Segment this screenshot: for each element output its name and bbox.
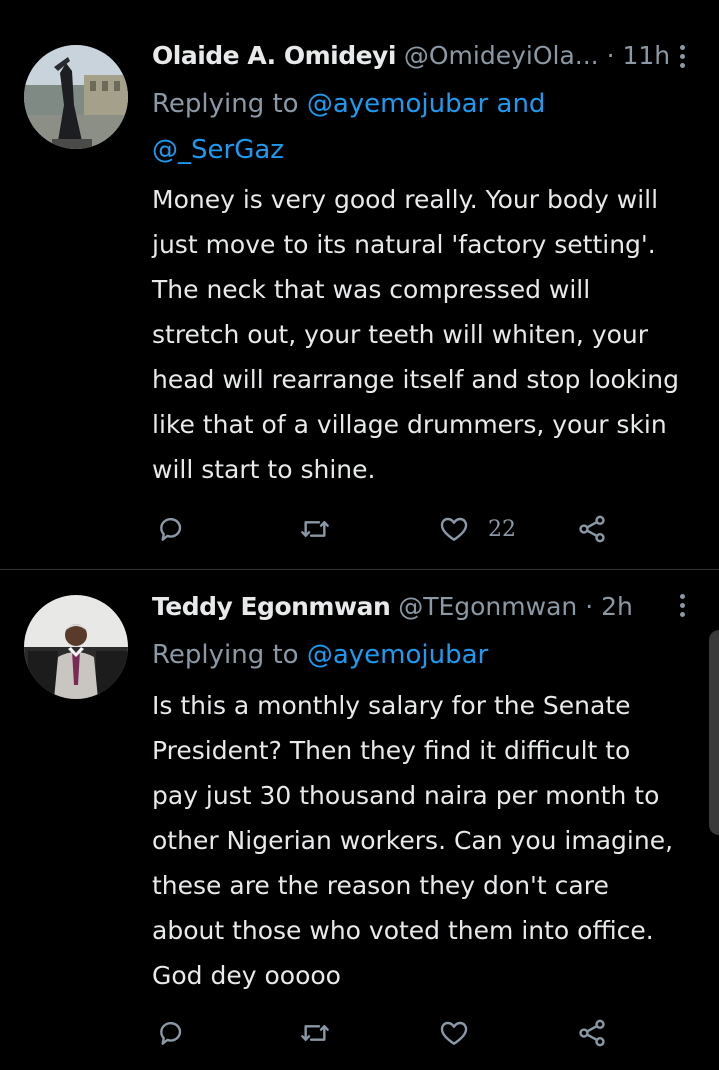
reply-button[interactable] (156, 1015, 188, 1051)
author-name[interactable]: Teddy Egonmwan (152, 592, 391, 621)
replying-to: Replying to @ayemojubar (152, 632, 679, 678)
avatar[interactable] (24, 45, 128, 149)
timestamp[interactable]: 11h (622, 41, 670, 70)
avatar[interactable] (24, 595, 128, 699)
mention-link[interactable]: @_SerGaz (152, 135, 284, 165)
share-button[interactable] (576, 1015, 608, 1051)
tweet-text: Money is very good really. Your body wil… (152, 185, 679, 484)
replying-and[interactable]: and (488, 89, 546, 119)
mention-link[interactable]: @ayemojubar (307, 640, 488, 670)
like-count: 22 (488, 516, 516, 542)
tweet-actions (152, 1015, 632, 1051)
like-button[interactable] (438, 1015, 488, 1051)
share-icon (579, 1019, 605, 1047)
retweet-icon (301, 521, 329, 537)
heart-icon (440, 1021, 468, 1045)
share-button[interactable] (576, 511, 608, 547)
tweet-text: Is this a monthly salary for the Senate … (152, 691, 674, 990)
more-vertical-icon[interactable] (677, 594, 687, 622)
tweet-header: Olaide A. Omideyi @OmideyiOla... · 11h (152, 40, 670, 72)
more-vertical-icon[interactable] (677, 45, 687, 73)
tweet-header: Teddy Egonmwan @TEgonmwan · 2h (152, 591, 659, 623)
retweet-button[interactable] (298, 1015, 332, 1051)
heart-icon (440, 517, 468, 541)
replying-to-label: Replying to (152, 89, 307, 119)
separator-dot: · (577, 592, 602, 621)
mention-link[interactable]: @ayemojubar (307, 89, 488, 119)
tweet-actions: 22 (152, 511, 632, 547)
retweet-button[interactable] (298, 511, 332, 547)
replying-to-label: Replying to (152, 640, 307, 670)
reply-icon (160, 517, 182, 541)
author-handle[interactable]: @OmideyiOla... (404, 41, 599, 70)
tweet[interactable]: Olaide A. Omideyi @OmideyiOla... · 11h R… (0, 0, 719, 570)
reply-icon (160, 1021, 182, 1045)
author-name[interactable]: Olaide A. Omideyi (152, 41, 396, 70)
scrollbar-handle[interactable] (709, 630, 719, 835)
reply-button[interactable] (156, 511, 188, 547)
retweet-icon (301, 1025, 329, 1041)
author-handle[interactable]: @TEgonmwan (398, 592, 577, 621)
tweet-divider (0, 569, 719, 570)
tweet[interactable]: Teddy Egonmwan @TEgonmwan · 2h Replying … (0, 572, 719, 1070)
separator-dot: · (598, 41, 623, 70)
share-icon (579, 515, 605, 543)
replying-to: Replying to @ayemojubar and @_SerGaz (152, 81, 679, 173)
like-button[interactable]: 22 (438, 511, 516, 547)
timestamp[interactable]: 2h (601, 592, 633, 621)
